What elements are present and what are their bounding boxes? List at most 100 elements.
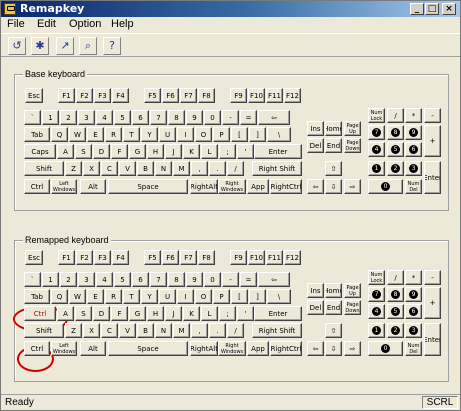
base-key-shift[interactable]: Shift bbox=[24, 161, 64, 176]
base-key-8[interactable]: 8 bbox=[387, 125, 404, 140]
menu-edit[interactable]: Edit bbox=[37, 18, 56, 30]
remapped-key-2[interactable]: 2 bbox=[387, 323, 404, 338]
remapped-key-h[interactable]: H bbox=[147, 306, 164, 321]
remapped-key-f2[interactable]: F2 bbox=[76, 250, 93, 265]
base-key-sym[interactable]: ` bbox=[24, 110, 41, 125]
menu-option[interactable]: Option bbox=[69, 18, 101, 30]
remapped-key-sym[interactable]: ⇦ bbox=[307, 341, 324, 356]
base-key-2[interactable]: 2 bbox=[387, 161, 404, 176]
remapped-key-f7[interactable]: F7 bbox=[180, 250, 197, 265]
remapped-key-1[interactable]: 1 bbox=[368, 323, 385, 338]
menu-file[interactable]: File bbox=[7, 18, 25, 30]
base-key-f10[interactable]: F10 bbox=[248, 88, 265, 103]
remapped-key-i[interactable]: I bbox=[177, 289, 194, 304]
remapped-key-k[interactable]: K bbox=[183, 306, 200, 321]
remapped-key-9[interactable]: 9 bbox=[405, 287, 422, 302]
base-key-a[interactable]: A bbox=[57, 144, 74, 159]
remapped-key-b[interactable]: B bbox=[137, 323, 154, 338]
base-key-sym[interactable]: / bbox=[227, 161, 244, 176]
base-key-b[interactable]: B bbox=[137, 161, 154, 176]
remapped-key-n[interactable]: N bbox=[155, 323, 172, 338]
remapped-key-t[interactable]: T bbox=[123, 289, 140, 304]
remapped-key-f6[interactable]: F6 bbox=[162, 250, 179, 265]
base-key-7[interactable]: 7 bbox=[368, 125, 385, 140]
remapped-key-ctrl[interactable]: Ctrl bbox=[24, 306, 56, 321]
base-key-ins[interactable]: Ins bbox=[307, 121, 324, 136]
base-key-9[interactable]: 9 bbox=[186, 110, 203, 125]
remapped-key-sym[interactable]: ' bbox=[237, 306, 254, 321]
base-key-d[interactable]: D bbox=[93, 144, 110, 159]
remapped-key-e[interactable]: E bbox=[87, 289, 104, 304]
remapped-key-8[interactable]: 8 bbox=[387, 287, 404, 302]
remapped-key-3[interactable]: 3 bbox=[405, 323, 422, 338]
base-key-right-shift[interactable]: Right Shift bbox=[252, 161, 302, 176]
remapped-key-f3[interactable]: F3 bbox=[94, 250, 111, 265]
base-key-sym[interactable]: * bbox=[405, 108, 422, 123]
base-key-v[interactable]: V bbox=[119, 161, 136, 176]
remapped-key-f1[interactable]: F1 bbox=[58, 250, 75, 265]
remapped-key-l[interactable]: L bbox=[201, 306, 218, 321]
base-key-left-windows[interactable]: Left Windows bbox=[51, 179, 77, 194]
remapped-key-6[interactable]: 6 bbox=[405, 304, 422, 319]
remapped-key-d[interactable]: D bbox=[93, 306, 110, 321]
remapped-key-7[interactable]: 7 bbox=[150, 272, 167, 287]
base-key-caps[interactable]: Caps bbox=[24, 144, 56, 159]
remapped-key-end[interactable]: End bbox=[325, 300, 342, 315]
close-button[interactable]: × bbox=[442, 3, 456, 15]
base-key-f7[interactable]: F7 bbox=[180, 88, 197, 103]
base-key-f6[interactable]: F6 bbox=[162, 88, 179, 103]
base-key-g[interactable]: G bbox=[129, 144, 146, 159]
base-key-sym[interactable]: ' bbox=[237, 144, 254, 159]
base-key-rightalt[interactable]: RightAlt bbox=[190, 179, 218, 194]
base-key-num-del[interactable]: Num Del bbox=[405, 179, 422, 194]
remapped-key-sym[interactable]: , bbox=[191, 323, 208, 338]
remapped-key-f5[interactable]: F5 bbox=[144, 250, 161, 265]
base-key-f8[interactable]: F8 bbox=[198, 88, 215, 103]
base-key-r[interactable]: R bbox=[105, 127, 122, 142]
base-key-0[interactable]: 0 bbox=[368, 179, 403, 194]
remapped-key-3[interactable]: 3 bbox=[78, 272, 95, 287]
remapped-key-ins[interactable]: Ins bbox=[307, 283, 324, 298]
base-key-esc[interactable]: Esc bbox=[25, 88, 43, 103]
remapped-key-tab[interactable]: Tab bbox=[24, 289, 50, 304]
base-key-o[interactable]: O bbox=[195, 127, 212, 142]
remapped-key-alt[interactable]: Alt bbox=[80, 341, 106, 356]
remapped-key-p[interactable]: P bbox=[213, 289, 230, 304]
base-key-s[interactable]: S bbox=[75, 144, 92, 159]
base-key-8[interactable]: 8 bbox=[168, 110, 185, 125]
remapped-key-f8[interactable]: F8 bbox=[198, 250, 215, 265]
remapped-key-right-windows[interactable]: Right Windows bbox=[218, 341, 246, 356]
remapped-key-m[interactable]: M bbox=[173, 323, 190, 338]
base-key-right-windows[interactable]: Right Windows bbox=[218, 179, 246, 194]
base-key-m[interactable]: M bbox=[173, 161, 190, 176]
base-key-p[interactable]: P bbox=[213, 127, 230, 142]
base-key-del[interactable]: Del bbox=[307, 138, 324, 153]
base-key-l[interactable]: L bbox=[201, 144, 218, 159]
remapped-key-0[interactable]: 0 bbox=[204, 272, 221, 287]
base-key-sym[interactable]: . bbox=[209, 161, 226, 176]
remapped-key-f4[interactable]: F4 bbox=[112, 250, 129, 265]
remapped-key-rightctrl[interactable]: RightCtrl bbox=[270, 341, 302, 356]
base-key-f9[interactable]: F9 bbox=[230, 88, 247, 103]
remapped-key-sym[interactable]: ; bbox=[219, 306, 236, 321]
remapped-key-c[interactable]: C bbox=[101, 323, 118, 338]
base-key-9[interactable]: 9 bbox=[405, 125, 422, 140]
base-key-f4[interactable]: F4 bbox=[112, 88, 129, 103]
remapped-key-x[interactable]: X bbox=[83, 323, 100, 338]
base-key-sym[interactable]: - bbox=[222, 110, 239, 125]
base-key-2[interactable]: 2 bbox=[60, 110, 77, 125]
base-key-f12[interactable]: F12 bbox=[284, 88, 301, 103]
remapped-key-app[interactable]: App bbox=[247, 341, 269, 356]
base-key-page-down[interactable]: Page Down bbox=[344, 138, 361, 153]
base-key-rightctrl[interactable]: RightCtrl bbox=[270, 179, 302, 194]
remapped-key-6[interactable]: 6 bbox=[132, 272, 149, 287]
remapped-key-num-lock[interactable]: Num Lock bbox=[368, 270, 385, 285]
remapped-key-left-windows[interactable]: Left Windows bbox=[51, 341, 77, 356]
base-key-f11[interactable]: F11 bbox=[266, 88, 283, 103]
remapped-key-sym[interactable]: ⇦ bbox=[258, 272, 290, 287]
base-key-sym[interactable]: ⇨ bbox=[344, 179, 361, 194]
remapped-key-sym[interactable]: . bbox=[209, 323, 226, 338]
remapped-key-sym[interactable]: - bbox=[424, 270, 441, 285]
base-key-sym[interactable]: ; bbox=[219, 144, 236, 159]
remapped-key-enter[interactable]: Enter bbox=[424, 323, 441, 356]
